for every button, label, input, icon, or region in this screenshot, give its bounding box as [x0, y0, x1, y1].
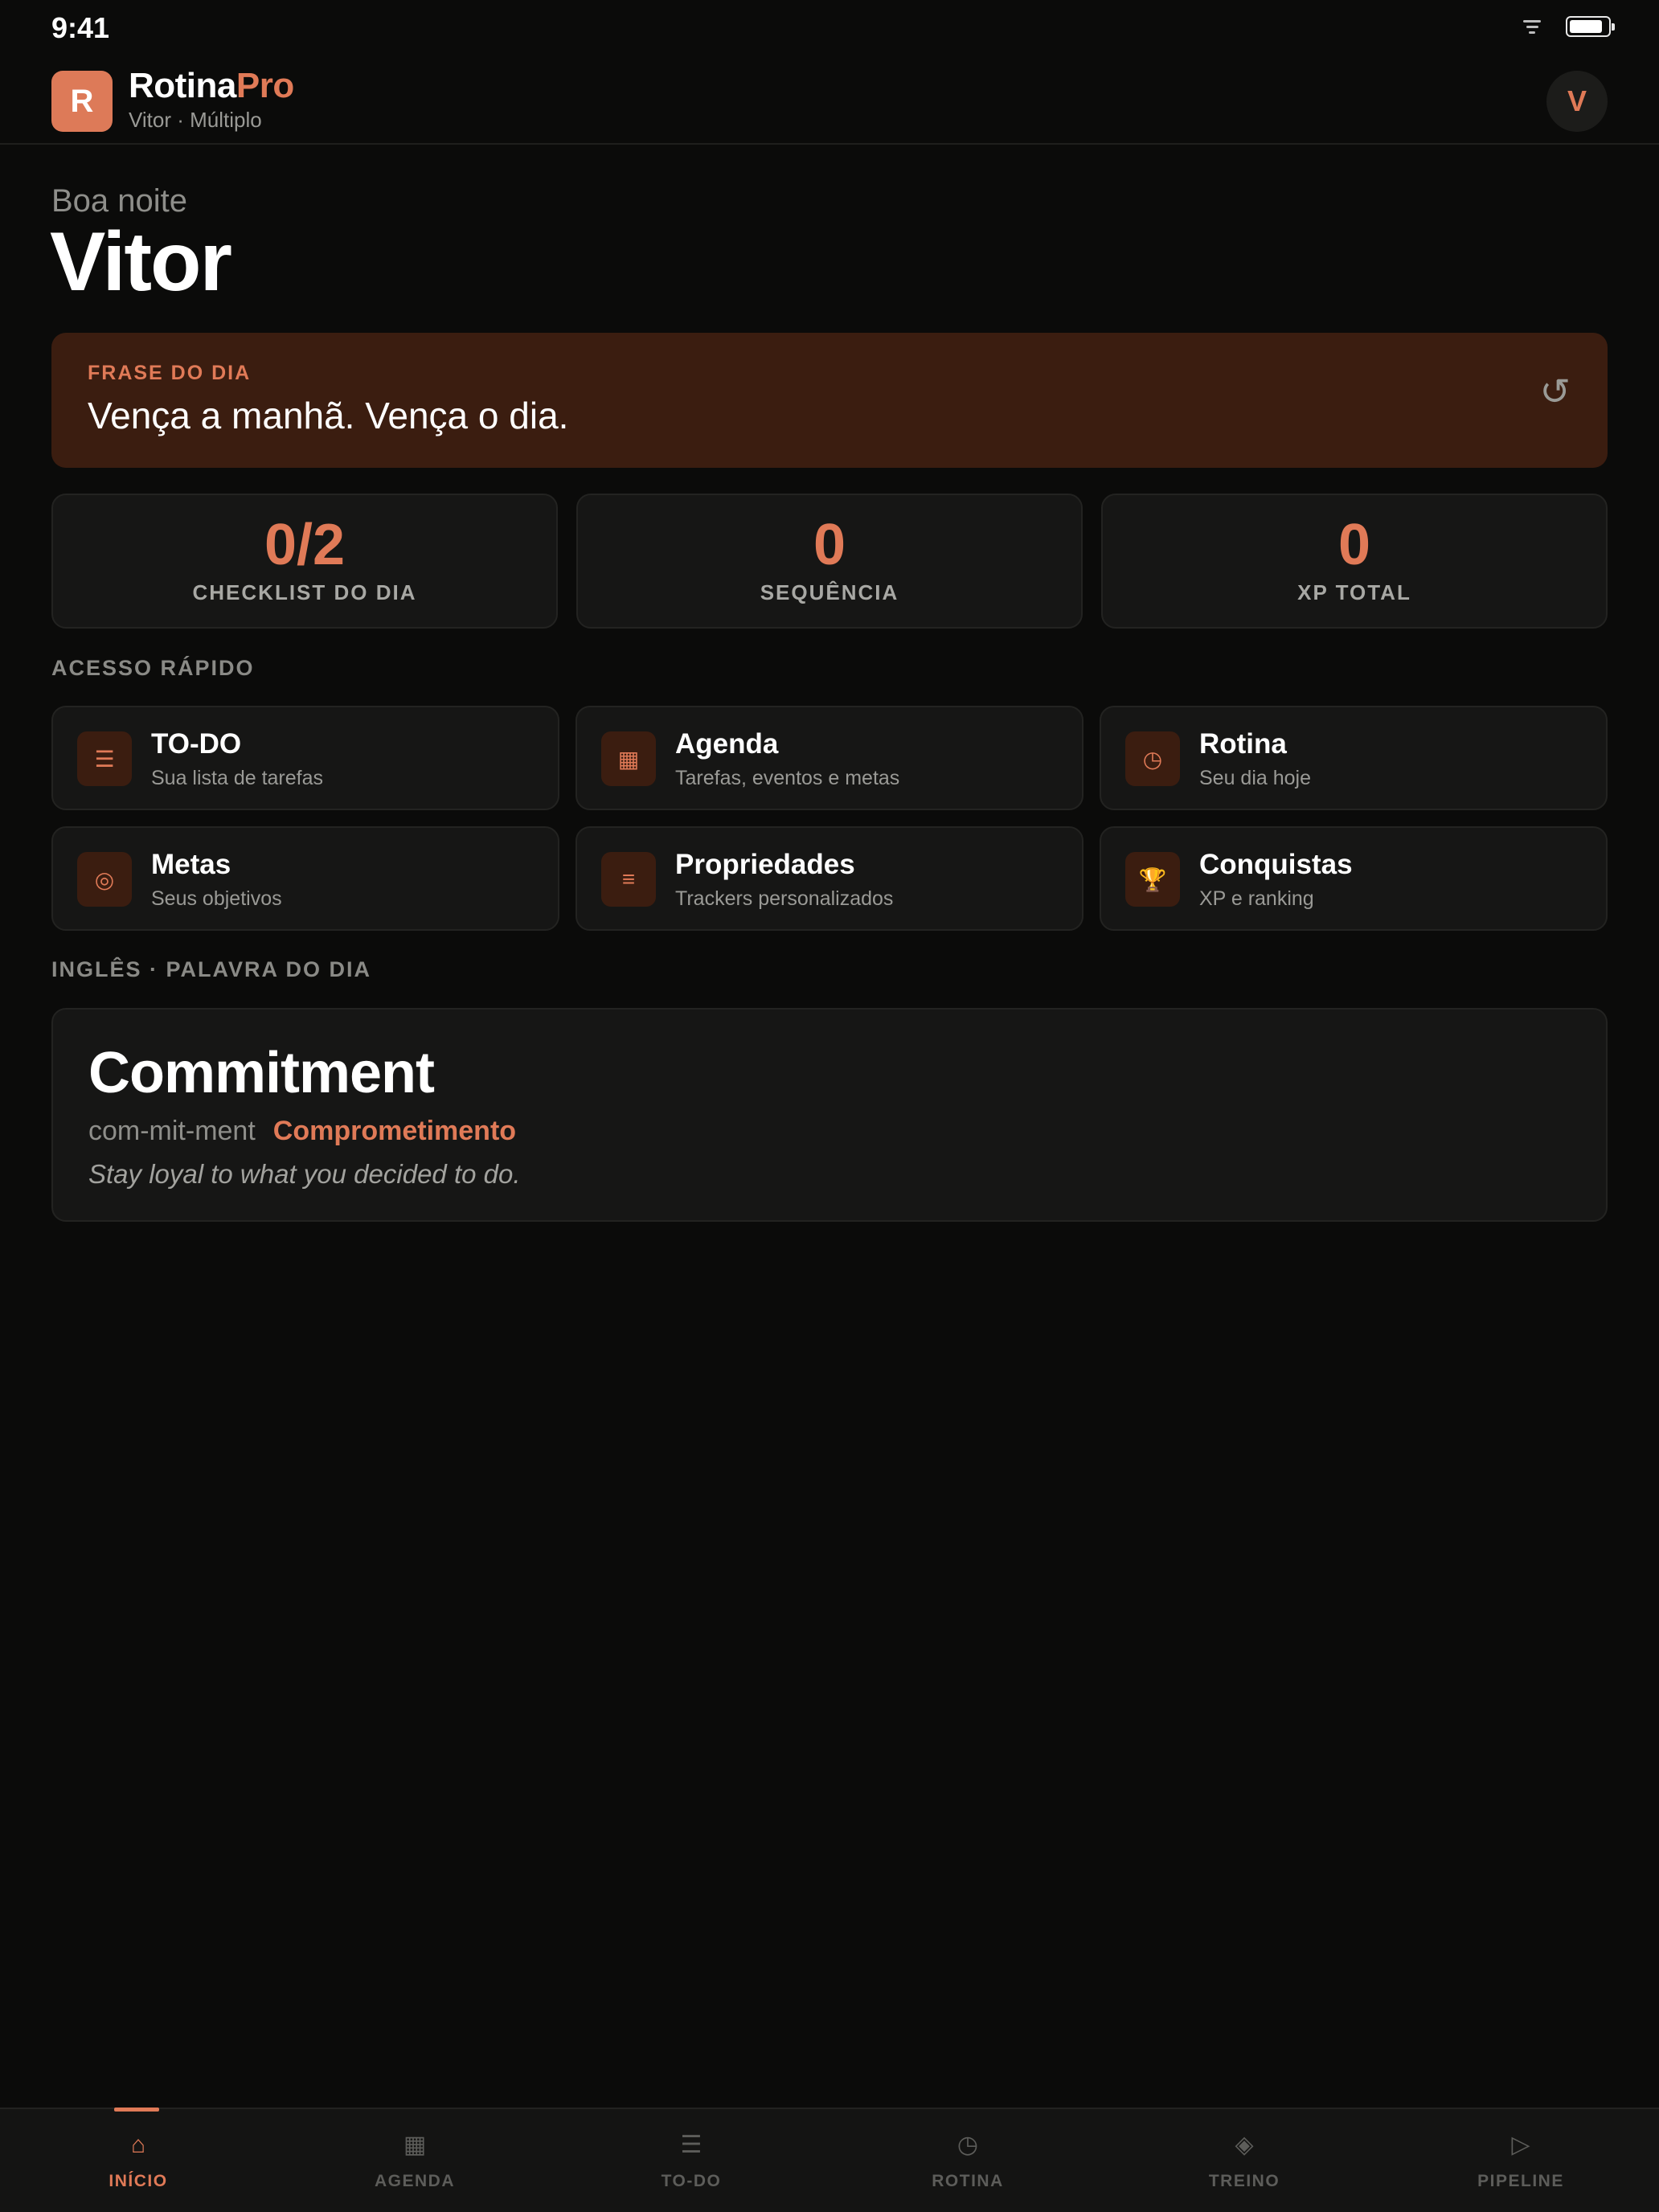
- word-example: Stay loyal to what you decided to do.: [88, 1159, 521, 1189]
- quick-item-title: Metas: [151, 849, 231, 880]
- stat-label: XP TOTAL: [1297, 580, 1411, 604]
- tracker-icon: ≡: [601, 852, 656, 907]
- home-icon: ⌂: [130, 2132, 146, 2158]
- word-translation: Comprometimento: [272, 1116, 517, 1146]
- nav-label: PIPELINE: [1477, 2172, 1564, 2190]
- word-of-day-meta: com-mit-ment Comprometimento: [88, 1116, 516, 1147]
- wifi-icon: [1521, 17, 1543, 36]
- stat-card-streak[interactable]: 0 SEQUÊNCIA: [576, 494, 1083, 629]
- nav-item-todo[interactable]: ☰ TO-DO: [553, 2109, 830, 2212]
- quote-label: FRASE DO DIA: [88, 362, 252, 384]
- avatar[interactable]: V: [1546, 71, 1608, 132]
- word-pronunciation: com-mit-ment: [88, 1116, 256, 1146]
- nav-item-treino[interactable]: ◈ TREINO: [1106, 2109, 1382, 2212]
- quote-text: Vença a manhã. Vença o dia.: [88, 395, 569, 436]
- nav-item-agenda[interactable]: ▦ AGENDA: [276, 2109, 553, 2212]
- app-header: R RotinaPro Vitor · Múltiplo V: [0, 58, 1659, 145]
- app-title: RotinaPro: [129, 66, 294, 106]
- battery-icon: [1566, 16, 1615, 37]
- stat-card-checklist[interactable]: 0/2 CHECKLIST DO DIA: [51, 494, 558, 629]
- diamond-icon: ◈: [1235, 2132, 1254, 2158]
- target-icon: ◎: [77, 852, 132, 907]
- quick-item-agenda[interactable]: ▦ Agenda Tarefas, eventos e metas: [576, 706, 1083, 810]
- quick-item-title: Conquistas: [1199, 849, 1353, 880]
- stat-value: 0/2: [264, 513, 346, 577]
- quick-item-rotina[interactable]: ◷ Rotina Seu dia hoje: [1100, 706, 1608, 810]
- quick-item-title: TO-DO: [151, 728, 242, 760]
- status-time: 9:41: [51, 11, 110, 44]
- quick-item-todo[interactable]: ☰ TO-DO Sua lista de tarefas: [51, 706, 559, 810]
- app-title-accent: Pro: [236, 66, 294, 105]
- quick-item-conquistas[interactable]: 🏆 Conquistas XP e ranking: [1100, 826, 1608, 931]
- quick-item-propriedades[interactable]: ≡ Propriedades Trackers personalizados: [576, 826, 1083, 931]
- greeting-salutation: Boa noite: [51, 183, 188, 219]
- nav-item-pipeline[interactable]: ▷ PIPELINE: [1382, 2109, 1659, 2212]
- word-of-day-word: Commitment: [88, 1041, 435, 1105]
- nav-label: ROTINA: [932, 2172, 1004, 2190]
- quick-item-subtitle: Tarefas, eventos e metas: [675, 767, 900, 789]
- clock-icon: ◷: [956, 2132, 979, 2158]
- calendar-icon: ▦: [601, 731, 656, 786]
- word-of-day-card: Commitment com-mit-ment Comprometimento …: [51, 1008, 1608, 1222]
- nav-label: INÍCIO: [109, 2172, 168, 2190]
- list-icon: ☰: [680, 2132, 703, 2158]
- refresh-icon[interactable]: ↺: [1539, 373, 1571, 410]
- greeting-name: Vitor: [50, 215, 232, 309]
- status-icons: [1521, 16, 1615, 37]
- app-title-main: Rotina: [129, 66, 236, 105]
- calendar-icon: ▦: [403, 2132, 427, 2158]
- quick-item-title: Propriedades: [675, 849, 855, 880]
- quick-item-title: Rotina: [1199, 728, 1287, 760]
- stat-card-xp[interactable]: 0 XP TOTAL: [1101, 494, 1608, 629]
- nav-item-inicio[interactable]: ⌂ INÍCIO: [0, 2108, 276, 2212]
- quick-item-metas[interactable]: ◎ Metas Seus objetivos: [51, 826, 559, 931]
- list-icon: ☰: [77, 731, 132, 786]
- app-subtitle: Vitor · Múltiplo: [129, 108, 262, 132]
- nav-label: TO-DO: [661, 2172, 722, 2190]
- stat-value: 0: [813, 513, 846, 577]
- status-bar: 9:41: [0, 0, 1659, 58]
- quick-item-subtitle: Trackers personalizados: [675, 887, 894, 910]
- quick-item-subtitle: XP e ranking: [1199, 887, 1314, 910]
- word-of-day-label: INGLÊS · PALAVRA DO DIA: [51, 957, 372, 981]
- nav-label: TREINO: [1208, 2172, 1280, 2190]
- quick-access-label: ACESSO RÁPIDO: [51, 656, 255, 680]
- clock-icon: ◷: [1125, 731, 1180, 786]
- quote-card: FRASE DO DIA Vença a manhã. Vença o dia.…: [51, 333, 1608, 468]
- quick-item-title: Agenda: [675, 728, 779, 760]
- nav-item-rotina[interactable]: ◷ ROTINA: [830, 2109, 1106, 2212]
- quick-item-subtitle: Seu dia hoje: [1199, 767, 1312, 789]
- nav-active-indicator: [114, 2108, 159, 2112]
- app-logo[interactable]: R: [51, 71, 113, 132]
- stat-value: 0: [1337, 513, 1371, 577]
- nav-label: AGENDA: [374, 2172, 455, 2190]
- play-icon: ▷: [1511, 2132, 1530, 2158]
- quick-item-subtitle: Seus objetivos: [151, 887, 282, 910]
- trophy-icon: 🏆: [1125, 852, 1180, 907]
- stat-label: SEQUÊNCIA: [760, 580, 899, 604]
- stat-label: CHECKLIST DO DIA: [192, 580, 417, 604]
- bottom-nav: ⌂ INÍCIO ▦ AGENDA ☰ TO-DO ◷ ROTINA ◈ TRE…: [0, 2108, 1659, 2212]
- quick-item-subtitle: Sua lista de tarefas: [151, 767, 324, 789]
